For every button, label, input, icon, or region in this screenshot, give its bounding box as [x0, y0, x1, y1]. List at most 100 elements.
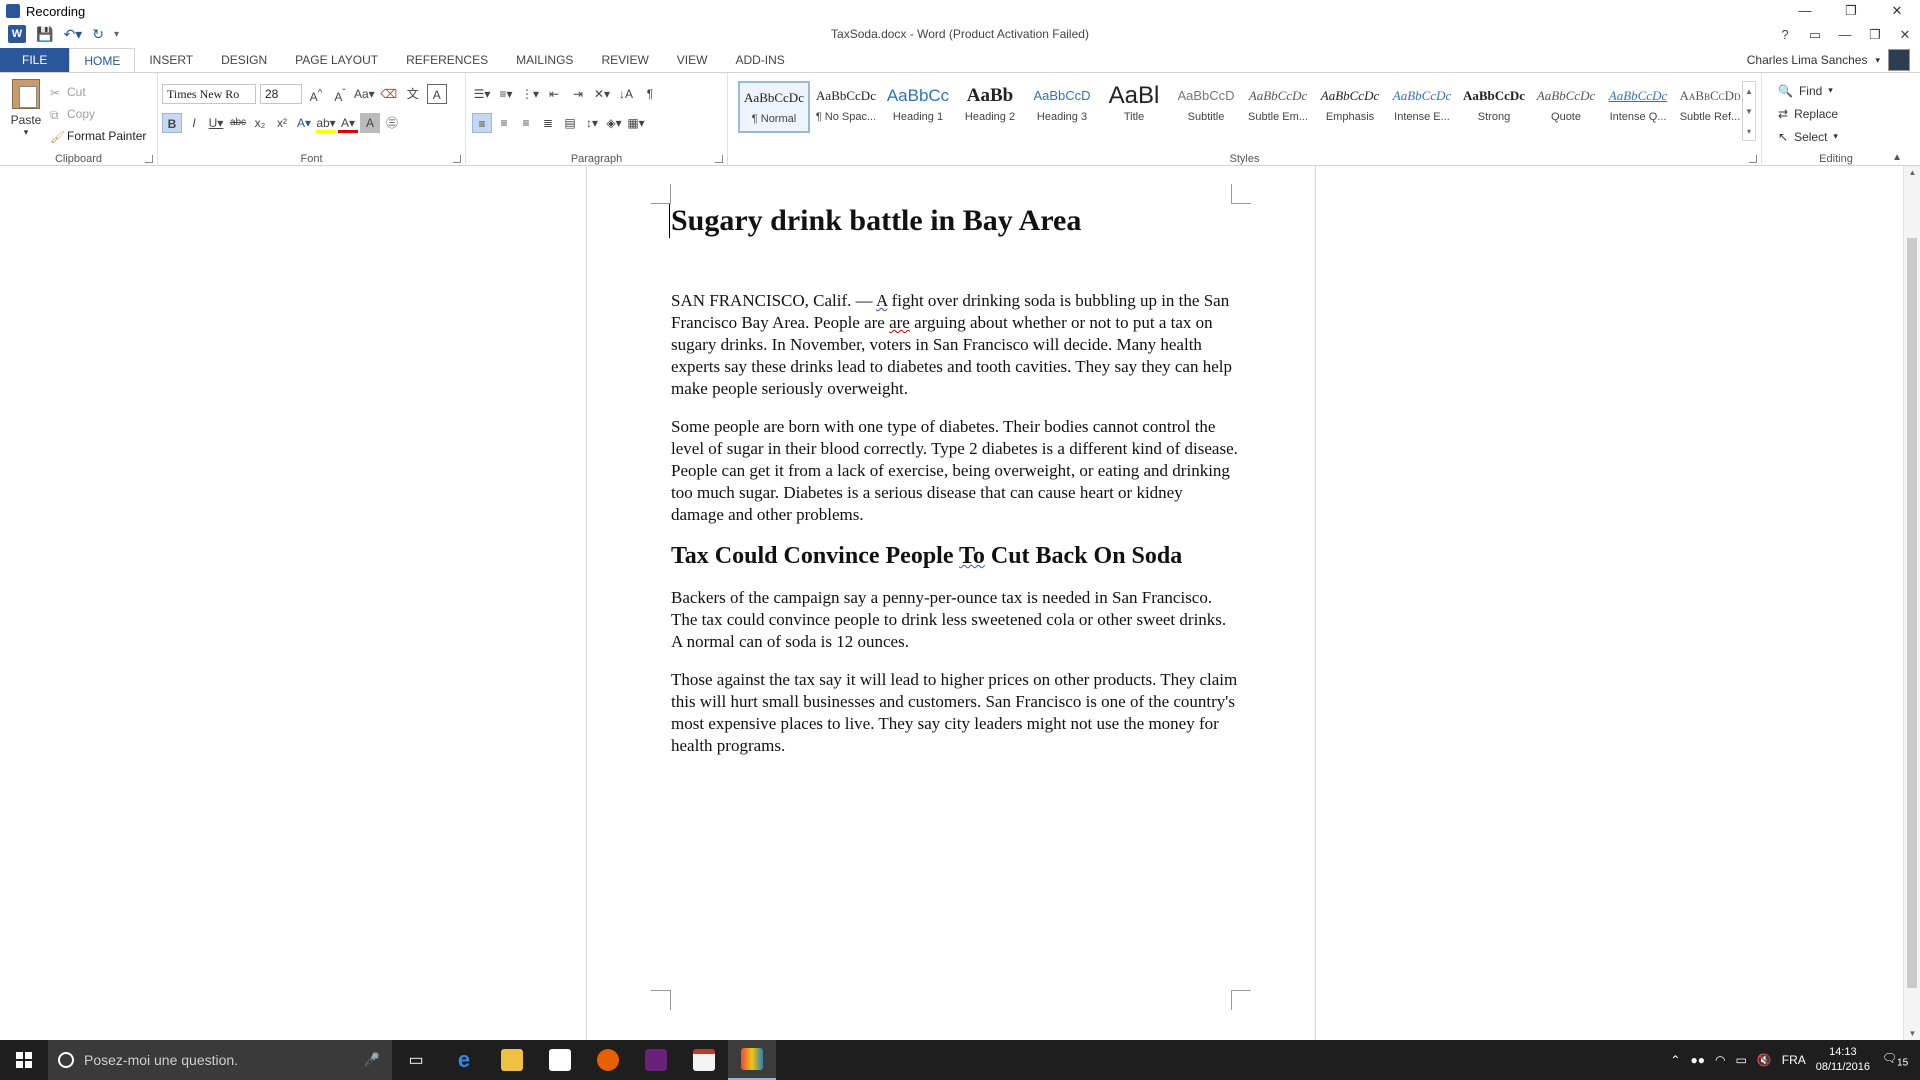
- tab-page-layout[interactable]: PAGE LAYOUT: [281, 48, 392, 72]
- style-subtitle[interactable]: AaBbCcD Subtitle: [1170, 81, 1242, 133]
- help-icon[interactable]: ?: [1770, 22, 1800, 48]
- format-painter-button[interactable]: 🖌 Format Painter: [50, 125, 146, 147]
- strikethrough-button[interactable]: abc: [228, 113, 248, 133]
- style-intense-quote[interactable]: AaBbCcDc Intense Q...: [1602, 81, 1674, 133]
- tab-view[interactable]: VIEW: [663, 48, 722, 72]
- style-strong[interactable]: AaBbCcDc Strong: [1458, 81, 1530, 133]
- font-launcher-icon[interactable]: [453, 155, 461, 163]
- style-heading-1[interactable]: AaBbCc Heading 1: [882, 81, 954, 133]
- store-taskbar-button[interactable]: [536, 1040, 584, 1080]
- styles-gallery-scroll[interactable]: ▲ ▼ ▾: [1742, 81, 1756, 141]
- change-case-icon[interactable]: Aa▾: [354, 84, 375, 104]
- copy-button[interactable]: ⧉ Copy: [50, 103, 146, 125]
- microphone-icon[interactable]: 🎤: [364, 1052, 380, 1068]
- shading-icon[interactable]: ◈▾: [604, 113, 624, 133]
- style-emphasis[interactable]: AaBbCcDc Emphasis: [1314, 81, 1386, 133]
- cut-button[interactable]: ✂ Cut: [50, 81, 146, 103]
- underline-button[interactable]: U▾: [206, 113, 226, 133]
- style-subtle-emphasis[interactable]: AaBbCcDc Subtle Em...: [1242, 81, 1314, 133]
- close-icon[interactable]: ✕: [1890, 22, 1920, 48]
- shrink-font-icon[interactable]: Aˇ: [330, 84, 350, 104]
- asian-layout-icon[interactable]: ✕▾: [592, 84, 612, 104]
- scroll-up-icon[interactable]: ▲: [1904, 168, 1920, 177]
- scrollbar-thumb[interactable]: [1907, 238, 1917, 988]
- style-no-spacing[interactable]: AaBbCcDc ¶ No Spac...: [810, 81, 882, 133]
- style-heading-3[interactable]: AaBbCcD Heading 3: [1026, 81, 1098, 133]
- volume-icon[interactable]: 🔇: [1757, 1053, 1772, 1067]
- increase-indent-icon[interactable]: ⇥: [568, 84, 588, 104]
- tab-design[interactable]: DESIGN: [207, 48, 281, 72]
- highlight-icon[interactable]: ab▾: [316, 113, 336, 133]
- clear-formatting-icon[interactable]: ⌫: [379, 84, 399, 104]
- battery-icon[interactable]: ▭: [1735, 1053, 1746, 1067]
- close-icon[interactable]: ✕: [1874, 0, 1920, 22]
- document-page[interactable]: Sugary drink battle in Bay Area SAN FRAN…: [586, 166, 1316, 1040]
- enclose-characters-icon[interactable]: ㊂: [382, 113, 402, 133]
- tab-mailings[interactable]: MAILINGS: [502, 48, 587, 72]
- superscript-button[interactable]: x²: [272, 113, 292, 133]
- grow-font-icon[interactable]: A^: [306, 84, 326, 104]
- chevron-up-icon[interactable]: ⌃: [1670, 1053, 1680, 1067]
- font-name-select[interactable]: Times New Ro: [162, 84, 256, 104]
- text-effects-icon[interactable]: A▾: [294, 113, 314, 133]
- spelling-flag[interactable]: are: [889, 313, 910, 332]
- tab-references[interactable]: REFERENCES: [392, 48, 502, 72]
- distributed-icon[interactable]: ▤: [560, 113, 580, 133]
- align-center-icon[interactable]: ≡: [494, 113, 514, 133]
- tab-review[interactable]: REVIEW: [587, 48, 662, 72]
- wifi-icon[interactable]: ◠: [1715, 1053, 1725, 1067]
- people-icon[interactable]: ●●: [1690, 1053, 1705, 1067]
- scroll-down-icon[interactable]: ▼: [1904, 1029, 1920, 1038]
- align-left-icon[interactable]: ≡: [472, 113, 492, 133]
- style-subtle-reference[interactable]: AaBbCcDd Subtle Ref...: [1674, 81, 1746, 133]
- find-button[interactable]: 🔍 Find ▾: [1778, 79, 1838, 102]
- italic-button[interactable]: I: [184, 113, 204, 133]
- show-hide-pilcrow-icon[interactable]: ¶: [640, 84, 660, 104]
- restore-icon[interactable]: ❐: [1860, 22, 1890, 48]
- avatar[interactable]: [1888, 49, 1910, 71]
- input-language[interactable]: FRA: [1782, 1053, 1806, 1067]
- section-heading[interactable]: Tax Could Convince People To Cut Back On…: [671, 542, 1239, 571]
- paragraph-launcher-icon[interactable]: [715, 155, 723, 163]
- style-intense-emphasis[interactable]: AaBbCcDc Intense E...: [1386, 81, 1458, 133]
- paragraph-4[interactable]: Those against the tax say it will lead t…: [671, 669, 1239, 757]
- tab-home[interactable]: HOME: [69, 48, 136, 72]
- font-color-icon[interactable]: A▾: [338, 113, 358, 133]
- task-view-button[interactable]: ▭: [392, 1040, 440, 1080]
- replace-button[interactable]: ⇄ Replace: [1778, 102, 1838, 125]
- edge-taskbar-button[interactable]: e: [440, 1040, 488, 1080]
- firefox-taskbar-button[interactable]: [584, 1040, 632, 1080]
- tab-file[interactable]: FILE: [0, 48, 70, 72]
- user-account[interactable]: Charles Lima Sanches ▾: [1747, 48, 1910, 72]
- start-button[interactable]: [0, 1040, 48, 1080]
- vertical-scrollbar[interactable]: ▲ ▼: [1903, 166, 1920, 1040]
- clipboard-launcher-icon[interactable]: [145, 155, 153, 163]
- style-title[interactable]: AaBl Title: [1098, 81, 1170, 133]
- select-button[interactable]: ↖ Select ▾: [1778, 125, 1838, 148]
- grammar-flag[interactable]: To: [959, 543, 985, 569]
- bold-button[interactable]: B: [162, 113, 182, 133]
- tab-add-ins[interactable]: ADD-INS: [721, 48, 798, 72]
- borders-icon[interactable]: ▦▾: [626, 113, 646, 133]
- line-spacing-icon[interactable]: ↕▾: [582, 113, 602, 133]
- justify-icon[interactable]: ≣: [538, 113, 558, 133]
- style-normal[interactable]: AaBbCcDc ¶ Normal: [738, 81, 810, 133]
- font-size-select[interactable]: 28: [260, 84, 302, 104]
- app-taskbar-button[interactable]: [680, 1040, 728, 1080]
- styles-launcher-icon[interactable]: [1749, 155, 1757, 163]
- numbering-icon[interactable]: ≡▾: [496, 84, 516, 104]
- subscript-button[interactable]: x₂: [250, 113, 270, 133]
- multilevel-list-icon[interactable]: ⋮▾: [520, 84, 540, 104]
- action-center-button[interactable]: 🗨15: [1880, 1051, 1910, 1068]
- minimize-icon[interactable]: —: [1782, 0, 1828, 22]
- bullets-icon[interactable]: ☰▾: [472, 84, 492, 104]
- cortana-search-box[interactable]: Posez-moi une question. 🎤: [48, 1040, 392, 1080]
- paragraph-2[interactable]: Some people are born with one type of di…: [671, 416, 1239, 526]
- ribbon-display-options-icon[interactable]: ▭: [1800, 22, 1830, 48]
- character-border-icon[interactable]: A: [426, 84, 447, 104]
- restore-icon[interactable]: ❐: [1828, 0, 1874, 22]
- paragraph-3[interactable]: Backers of the campaign say a penny-per-…: [671, 587, 1239, 653]
- align-right-icon[interactable]: ≡: [516, 113, 536, 133]
- visual-studio-taskbar-button[interactable]: [632, 1040, 680, 1080]
- collapse-ribbon-icon[interactable]: ▲: [1892, 152, 1902, 163]
